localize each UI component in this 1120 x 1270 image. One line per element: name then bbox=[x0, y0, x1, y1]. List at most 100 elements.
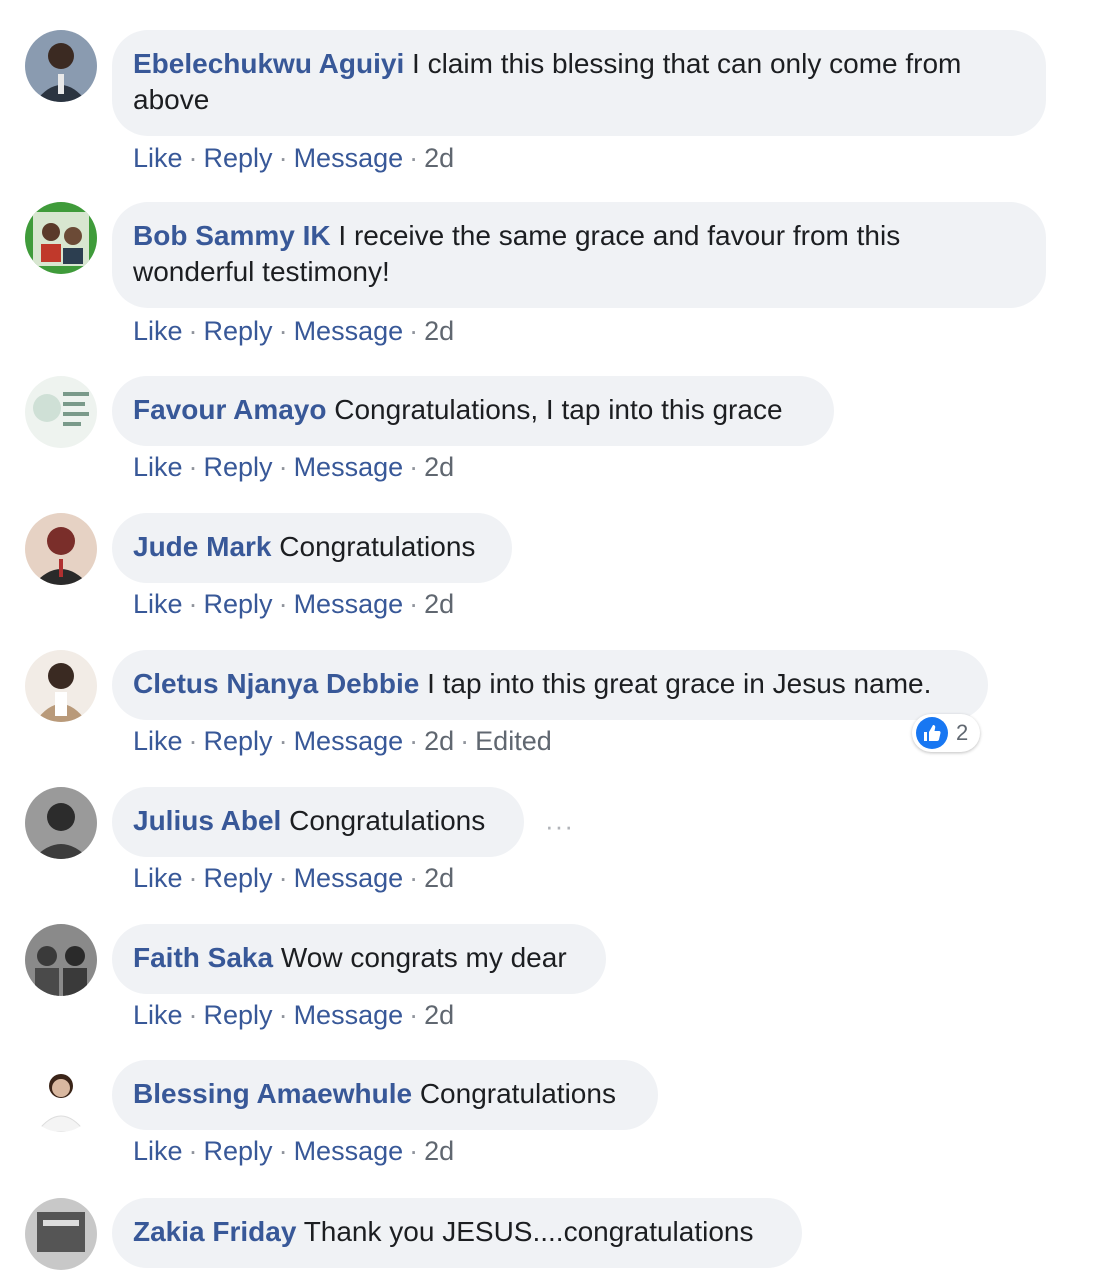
comment-time[interactable]: 2d bbox=[424, 589, 454, 619]
message-link[interactable]: Message bbox=[294, 452, 404, 482]
avatar[interactable] bbox=[25, 376, 97, 448]
comment-time[interactable]: 2d bbox=[424, 726, 454, 756]
avatar[interactable] bbox=[25, 924, 97, 996]
comment-actions: Like · Reply · Message · 2d bbox=[133, 999, 454, 1031]
comment-actions: Like · Reply · Message · 2d bbox=[133, 588, 454, 620]
comment-author[interactable]: Bob Sammy IK bbox=[133, 220, 331, 251]
comment-time[interactable]: 2d bbox=[424, 316, 454, 346]
comment-bubble: Blessing Amaewhule Congratulations bbox=[112, 1060, 658, 1130]
comment-text: I tap into this great grace in Jesus nam… bbox=[427, 668, 932, 699]
avatar[interactable] bbox=[25, 650, 97, 722]
avatar[interactable] bbox=[25, 1198, 97, 1270]
separator: · bbox=[278, 1136, 288, 1166]
comment-author[interactable]: Ebelechukwu Aguiyi bbox=[133, 48, 404, 79]
like-link[interactable]: Like bbox=[133, 143, 183, 173]
separator: · bbox=[409, 589, 419, 619]
message-link[interactable]: Message bbox=[294, 1136, 404, 1166]
comment-time[interactable]: 2d bbox=[424, 452, 454, 482]
comment-time[interactable]: 2d bbox=[424, 143, 454, 173]
like-link[interactable]: Like bbox=[133, 1136, 183, 1166]
like-link[interactable]: Like bbox=[133, 863, 183, 893]
avatar[interactable] bbox=[25, 202, 97, 274]
avatar-group-bw-icon bbox=[25, 924, 97, 996]
comment-bubble: Jude Mark Congratulations bbox=[112, 513, 512, 583]
message-link[interactable]: Message bbox=[294, 1000, 404, 1030]
comment-author[interactable]: Julius Abel bbox=[133, 805, 281, 836]
comment-author[interactable]: Favour Amayo bbox=[133, 394, 326, 425]
separator: · bbox=[278, 726, 288, 756]
avatar[interactable] bbox=[25, 1060, 97, 1132]
separator: · bbox=[278, 589, 288, 619]
comment-time[interactable]: 2d bbox=[424, 1000, 454, 1030]
reply-link[interactable]: Reply bbox=[204, 1136, 273, 1166]
message-link[interactable]: Message bbox=[294, 143, 404, 173]
message-link[interactable]: Message bbox=[294, 863, 404, 893]
reaction-badge[interactable]: 2 bbox=[912, 714, 981, 752]
comment-time[interactable]: 2d bbox=[424, 863, 454, 893]
thumbs-up-icon bbox=[916, 717, 948, 749]
avatar[interactable] bbox=[25, 513, 97, 585]
comment-text: Wow congrats my dear bbox=[280, 942, 567, 973]
reply-link[interactable]: Reply bbox=[204, 863, 273, 893]
comment-actions: Like · Reply · Message · 2d bbox=[133, 142, 454, 174]
comment-bubble: Faith Saka Wow congrats my dear bbox=[112, 924, 606, 994]
avatar-person-dark-icon bbox=[25, 787, 97, 859]
reply-link[interactable]: Reply bbox=[204, 452, 273, 482]
avatar[interactable] bbox=[25, 787, 97, 859]
reply-link[interactable]: Reply bbox=[204, 1000, 273, 1030]
comment-author[interactable]: Jude Mark bbox=[133, 531, 272, 562]
avatar-man-suit-icon bbox=[25, 30, 97, 102]
like-link[interactable]: Like bbox=[133, 1000, 183, 1030]
avatar-man-portrait-icon bbox=[25, 513, 97, 585]
comment-actions: Like · Reply · Message · 2d · Edited bbox=[133, 725, 552, 757]
separator: · bbox=[188, 726, 198, 756]
comment-actions: Like · Reply · Message · 2d bbox=[133, 315, 454, 347]
comment-text: Congratulations, I tap into this grace bbox=[334, 394, 783, 425]
reaction-count: 2 bbox=[956, 720, 969, 745]
comment-bubble: Ebelechukwu Aguiyi I claim this blessing… bbox=[112, 30, 1046, 136]
comment-bubble: Julius Abel Congratulations bbox=[112, 787, 524, 857]
separator: · bbox=[278, 316, 288, 346]
separator: · bbox=[460, 726, 470, 756]
separator: · bbox=[188, 316, 198, 346]
comment-text: Congratulations bbox=[289, 805, 486, 836]
avatar-text-image-icon bbox=[25, 376, 97, 448]
reply-link[interactable]: Reply bbox=[204, 143, 273, 173]
edited-label[interactable]: Edited bbox=[475, 726, 552, 756]
separator: · bbox=[409, 1136, 419, 1166]
more-options-icon[interactable]: ··· bbox=[545, 811, 574, 842]
comment-bubble: Favour Amayo Congratulations, I tap into… bbox=[112, 376, 834, 446]
message-link[interactable]: Message bbox=[294, 589, 404, 619]
like-link[interactable]: Like bbox=[133, 316, 183, 346]
reply-link[interactable]: Reply bbox=[204, 589, 273, 619]
like-link[interactable]: Like bbox=[133, 726, 183, 756]
comment-text: Thank you JESUS....congratulations bbox=[303, 1216, 754, 1247]
avatar-woman-white-icon bbox=[25, 1060, 97, 1132]
separator: · bbox=[409, 726, 419, 756]
comment-time[interactable]: 2d bbox=[424, 1136, 454, 1166]
avatar[interactable] bbox=[25, 30, 97, 102]
separator: · bbox=[409, 863, 419, 893]
separator: · bbox=[409, 143, 419, 173]
like-link[interactable]: Like bbox=[133, 452, 183, 482]
comment-text: Congratulations bbox=[279, 531, 476, 562]
like-link[interactable]: Like bbox=[133, 589, 183, 619]
message-link[interactable]: Message bbox=[294, 726, 404, 756]
separator: · bbox=[409, 452, 419, 482]
separator: · bbox=[188, 143, 198, 173]
comment-actions: Like · Reply · Message · 2d bbox=[133, 862, 454, 894]
message-link[interactable]: Message bbox=[294, 316, 404, 346]
separator: · bbox=[278, 1000, 288, 1030]
avatar-poster-icon bbox=[25, 1198, 97, 1270]
comment-author[interactable]: Cletus Njanya Debbie bbox=[133, 668, 419, 699]
separator: · bbox=[188, 589, 198, 619]
comment-author[interactable]: Faith Saka bbox=[133, 942, 273, 973]
separator: · bbox=[188, 452, 198, 482]
comment-text: Congratulations bbox=[419, 1078, 616, 1109]
separator: · bbox=[188, 863, 198, 893]
reply-link[interactable]: Reply bbox=[204, 316, 273, 346]
avatar-woman-portrait-icon bbox=[25, 650, 97, 722]
comment-author[interactable]: Zakia Friday bbox=[133, 1216, 296, 1247]
comment-author[interactable]: Blessing Amaewhule bbox=[133, 1078, 412, 1109]
reply-link[interactable]: Reply bbox=[204, 726, 273, 756]
